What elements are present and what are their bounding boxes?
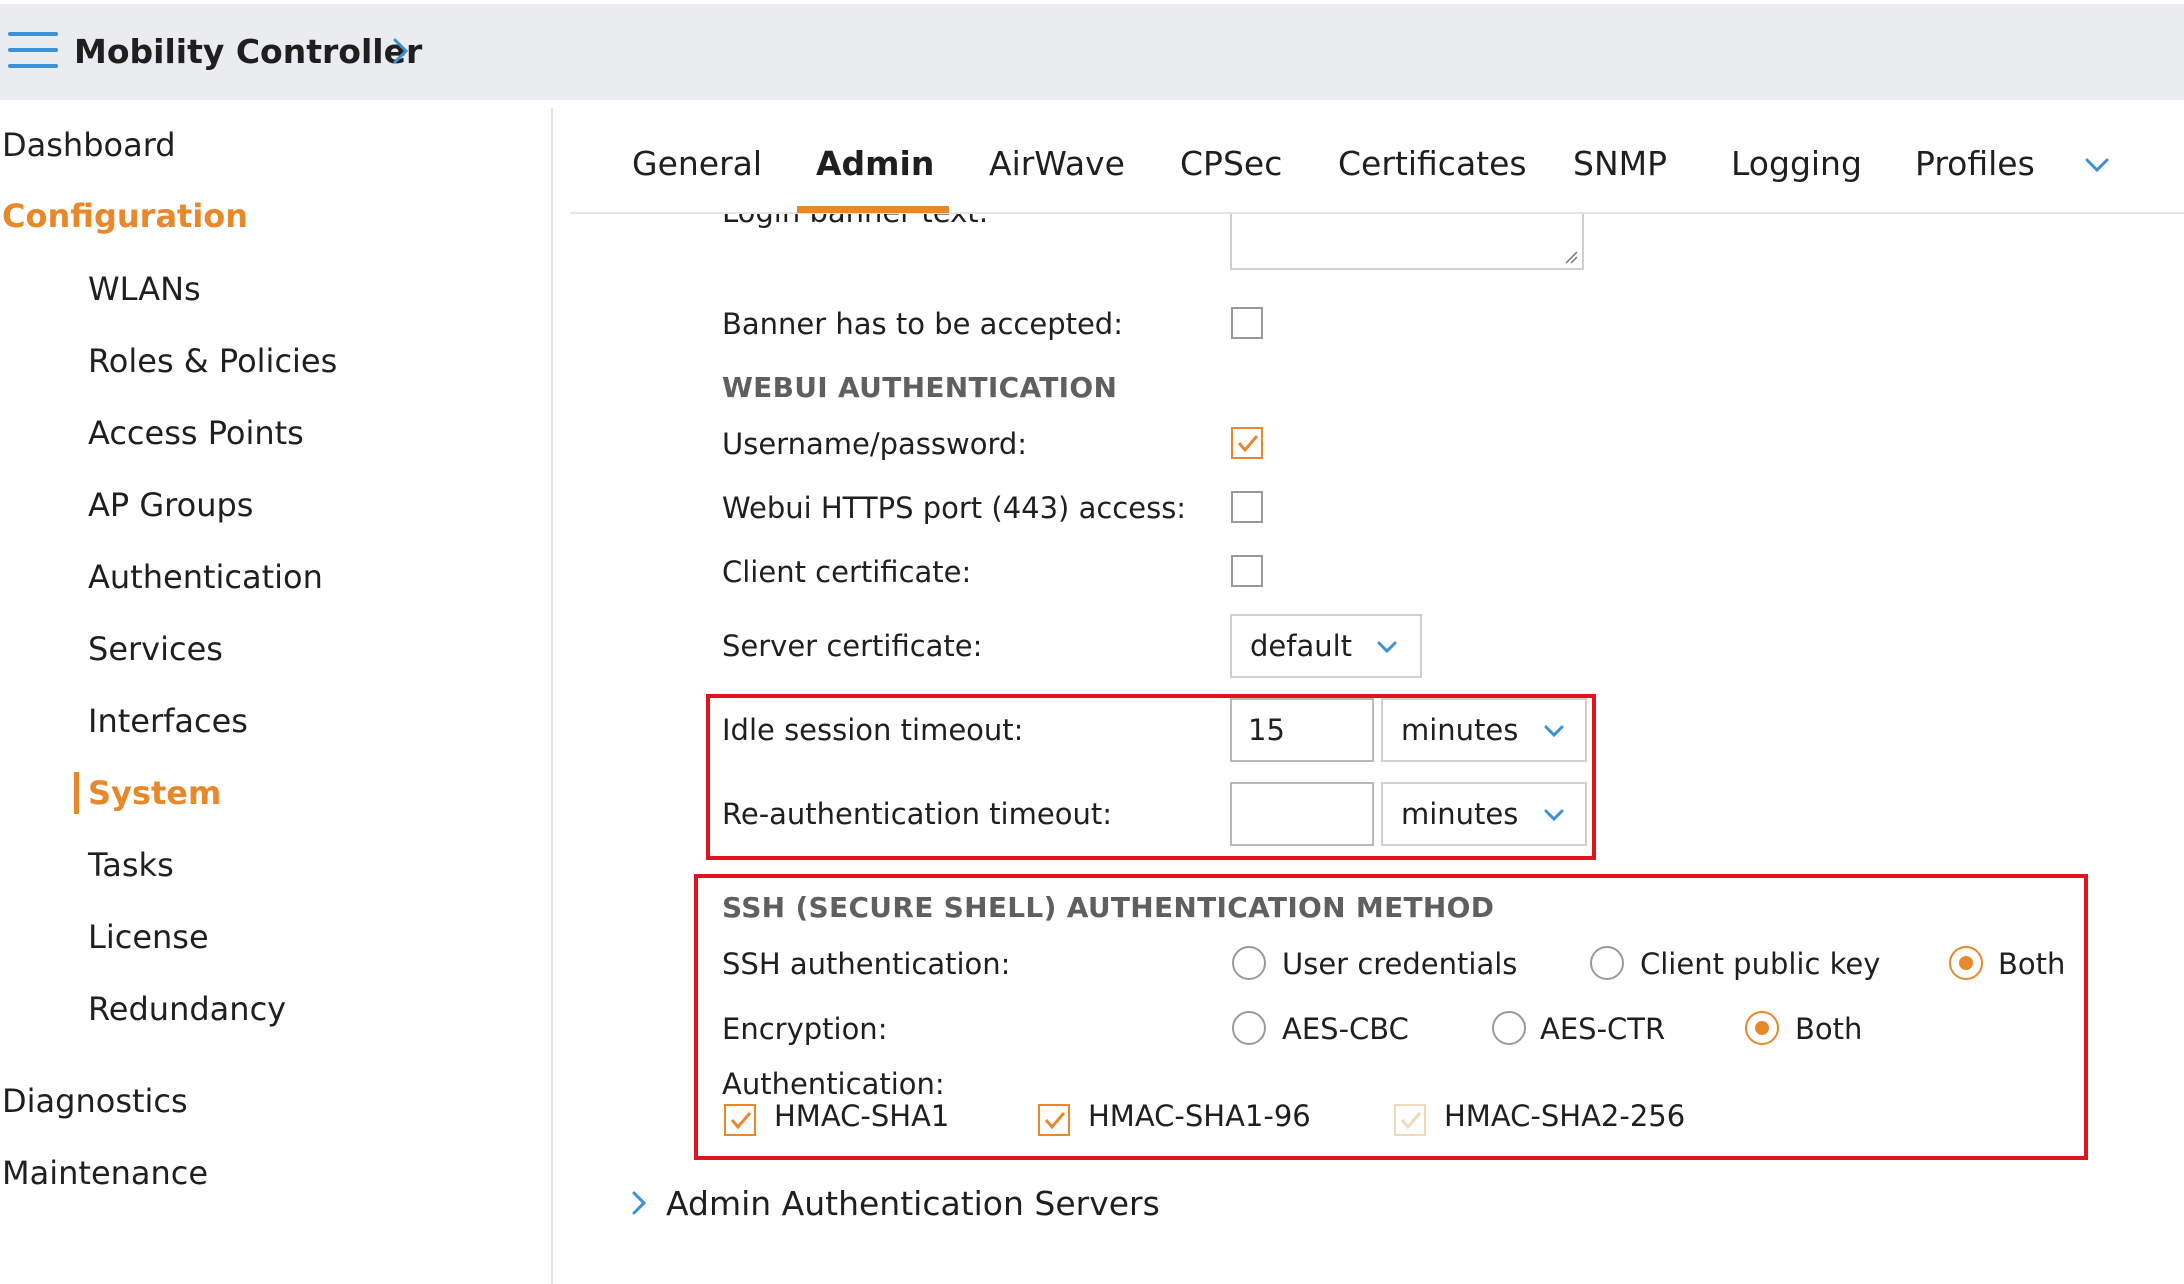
encryption-both-radio[interactable] [1745, 1011, 1779, 1045]
nav-tasks[interactable]: Tasks [88, 843, 174, 887]
nav-configuration[interactable]: Configuration [2, 194, 248, 238]
idle-timeout-input[interactable] [1230, 698, 1374, 762]
idle-timeout-label: Idle session timeout: [722, 713, 1024, 747]
hmac-sha1-checkbox[interactable] [724, 1104, 756, 1136]
reauth-timeout-unit-select[interactable]: minutes [1381, 782, 1587, 846]
tab-profiles[interactable]: Profiles [1915, 140, 2035, 188]
ssh-auth-label: SSH authentication: [722, 947, 1011, 981]
ssh-auth-option-label: Client public key [1640, 947, 1881, 981]
client-cert-checkbox[interactable] [1231, 555, 1263, 587]
nav-redundancy[interactable]: Redundancy [88, 987, 286, 1031]
reauth-timeout-unit: minutes [1401, 797, 1519, 831]
idle-timeout-unit: minutes [1401, 713, 1519, 747]
nav-dashboard[interactable]: Dashboard [2, 123, 176, 167]
encryption-option-label: Both [1795, 1012, 1863, 1046]
ssh-auth-client-public-key-radio[interactable] [1590, 946, 1624, 980]
encryption-aes-ctr-radio[interactable] [1492, 1011, 1526, 1045]
ssh-auth-option-label: User credentials [1282, 947, 1518, 981]
hmac-option-label: HMAC-SHA1-96 [1088, 1099, 1311, 1133]
banner-accepted-label: Banner has to be accepted: [722, 307, 1123, 341]
hmac-sha1-96-checkbox[interactable] [1038, 1104, 1070, 1136]
checkmark-icon [1237, 435, 1259, 453]
chevron-down-icon [1544, 725, 1564, 738]
idle-timeout-field[interactable] [1232, 700, 1372, 760]
nav-system[interactable]: System [88, 771, 221, 815]
expand-chevron-icon[interactable] [624, 1188, 654, 1218]
nav-access-points[interactable]: Access Points [88, 411, 304, 455]
resize-handle-icon[interactable] [1562, 248, 1578, 264]
hmac-sha2-256-checkbox[interactable] [1394, 1104, 1426, 1136]
tabs-more-chevron-icon[interactable] [2082, 150, 2112, 180]
tab-admin[interactable]: Admin [816, 140, 934, 188]
checkmark-icon [730, 1112, 752, 1130]
login-banner-textarea[interactable] [1230, 214, 1584, 270]
chevron-down-icon [1377, 641, 1397, 654]
admin-auth-servers-expander[interactable]: Admin Authentication Servers [666, 1182, 1160, 1226]
reauth-timeout-field[interactable] [1232, 784, 1372, 844]
tab-snmp[interactable]: SNMP [1573, 140, 1667, 188]
checkmark-icon [1044, 1112, 1066, 1130]
server-cert-select[interactable]: default [1230, 614, 1422, 678]
https-port-label: Webui HTTPS port (443) access: [722, 491, 1187, 525]
nav-roles-policies[interactable]: Roles & Policies [88, 339, 337, 383]
nav-services[interactable]: Services [88, 627, 223, 671]
tab-airwave[interactable]: AirWave [989, 140, 1125, 188]
webui-section-heading: WEBUI AUTHENTICATION [722, 371, 1118, 404]
encryption-option-label: AES-CBC [1282, 1012, 1409, 1046]
login-banner-label: Login banner text: [722, 214, 988, 232]
username-password-checkbox[interactable] [1231, 427, 1263, 459]
reauth-timeout-input[interactable] [1230, 782, 1374, 846]
server-cert-value: default [1250, 629, 1353, 663]
hmac-option-label: HMAC-SHA1 [774, 1099, 950, 1133]
encryption-aes-cbc-radio[interactable] [1232, 1011, 1266, 1045]
tab-general[interactable]: General [632, 140, 762, 188]
encryption-label: Encryption: [722, 1012, 888, 1046]
active-tab-underline [797, 206, 949, 213]
hamburger-menu-icon[interactable] [8, 30, 58, 70]
nav-ap-groups[interactable]: AP Groups [88, 483, 253, 527]
ssh-auth-both-radio[interactable] [1949, 946, 1983, 980]
tab-certificates[interactable]: Certificates [1338, 140, 1527, 188]
server-cert-label: Server certificate: [722, 629, 983, 663]
client-cert-label: Client certificate: [722, 555, 972, 589]
ssh-auth-user-credentials-radio[interactable] [1232, 946, 1266, 980]
active-nav-marker [74, 772, 79, 814]
ssh-section-heading: SSH (SECURE SHELL) AUTHENTICATION METHOD [722, 891, 1495, 924]
sidebar-divider [551, 108, 553, 1284]
nav-license[interactable]: License [88, 915, 209, 959]
encryption-option-label: AES-CTR [1540, 1012, 1666, 1046]
ssh-auth-option-label: Both [1998, 947, 2066, 981]
nav-maintenance[interactable]: Maintenance [2, 1151, 208, 1195]
banner-accepted-checkbox[interactable] [1231, 307, 1263, 339]
chevron-right-icon[interactable] [386, 36, 416, 66]
tab-logging[interactable]: Logging [1731, 140, 1862, 188]
username-password-label: Username/password: [722, 427, 1028, 461]
hmac-option-label: HMAC-SHA2-256 [1444, 1099, 1686, 1133]
tab-cpsec[interactable]: CPSec [1180, 140, 1282, 188]
idle-timeout-unit-select[interactable]: minutes [1381, 698, 1587, 762]
nav-interfaces[interactable]: Interfaces [88, 699, 248, 743]
nav-diagnostics[interactable]: Diagnostics [2, 1079, 188, 1123]
app-title: Mobility Controller [74, 32, 423, 71]
nav-wlans[interactable]: WLANs [88, 267, 201, 311]
nav-authentication[interactable]: Authentication [88, 555, 323, 599]
reauth-timeout-label: Re-authentication timeout: [722, 797, 1112, 831]
checkmark-icon [1400, 1112, 1422, 1130]
chevron-down-icon [1544, 809, 1564, 822]
https-port-checkbox[interactable] [1231, 491, 1263, 523]
